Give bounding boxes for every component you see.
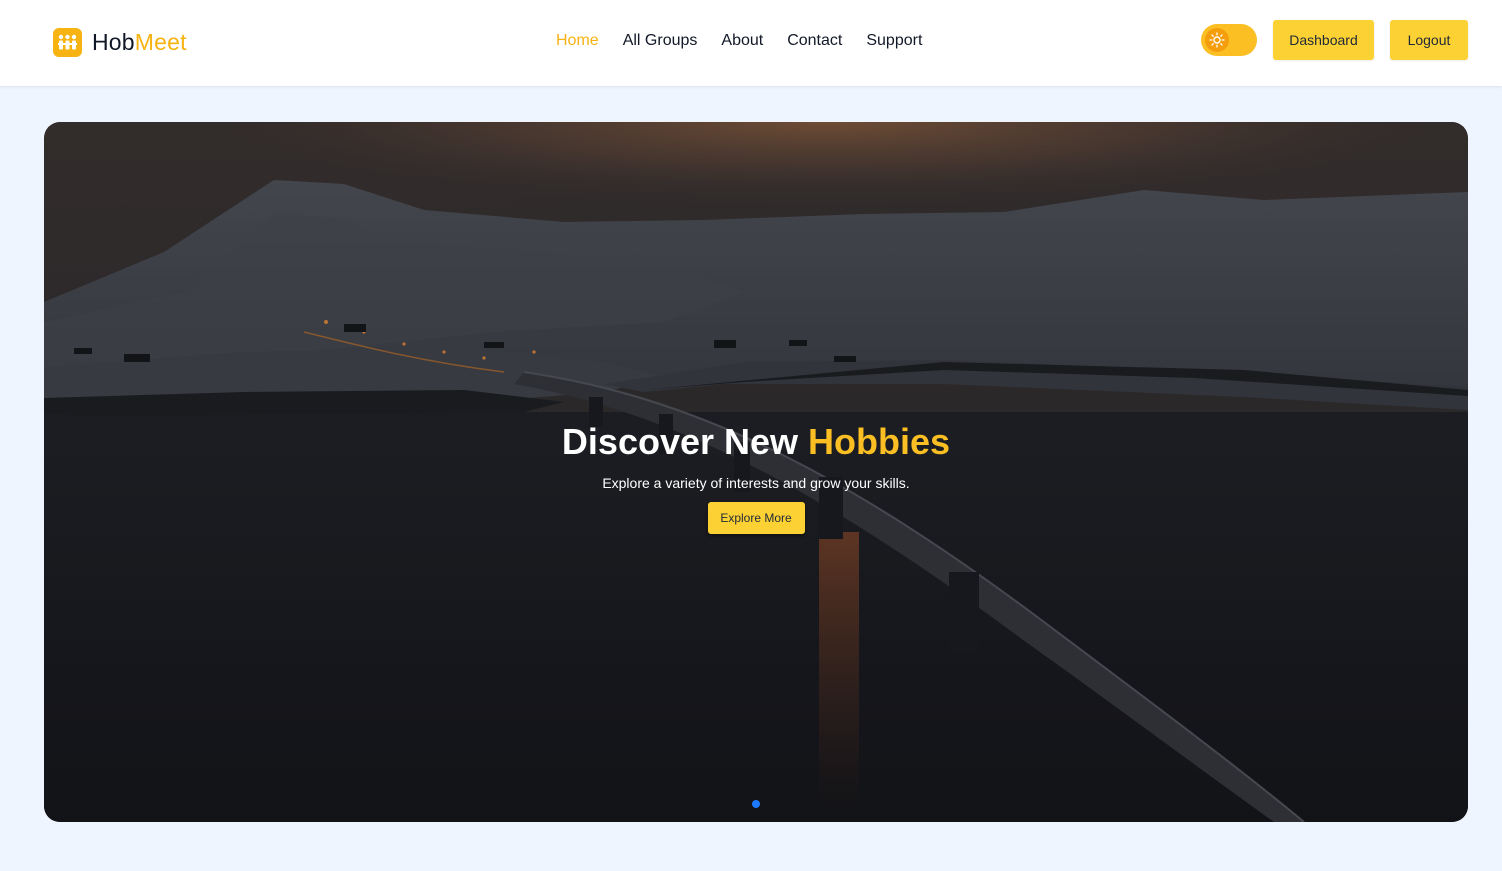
carousel-pagination (44, 800, 1468, 808)
hero-title-part1: Discover New (561, 421, 809, 462)
hero-carousel: Discover New Hobbies Explore a variety o… (44, 122, 1468, 822)
logout-button[interactable]: Logout (1390, 20, 1468, 60)
sun-icon (1205, 28, 1229, 52)
theme-toggle[interactable] (1201, 24, 1257, 56)
nav-contact[interactable]: Contact (787, 32, 842, 50)
nav-all-groups[interactable]: All Groups (623, 32, 698, 50)
nav-about[interactable]: About (721, 32, 763, 50)
main-nav: Home All Groups About Contact Support (556, 30, 922, 52)
brand-logo-link[interactable]: HobMeet (53, 27, 187, 57)
explore-more-button[interactable]: Explore More (707, 502, 805, 534)
carousel-dot-active[interactable] (752, 800, 760, 808)
nav-support[interactable]: Support (866, 32, 922, 50)
hero-content: Discover New Hobbies Explore a variety o… (44, 420, 1468, 534)
nav-home[interactable]: Home (556, 32, 599, 50)
brand-name-part1: Hob (92, 28, 135, 55)
navbar: HobMeet Home All Groups About Contact Su… (0, 0, 1502, 86)
hero-subtitle: Explore a variety of interests and grow … (602, 475, 910, 491)
people-group-icon (53, 27, 82, 57)
brand-name-part2: Meet (134, 28, 187, 55)
hero-title: Discover New Hobbies (562, 420, 950, 464)
dashboard-button[interactable]: Dashboard (1273, 20, 1374, 60)
hero-title-accent: Hobbies (808, 421, 951, 462)
brand-name: HobMeet (92, 29, 187, 56)
